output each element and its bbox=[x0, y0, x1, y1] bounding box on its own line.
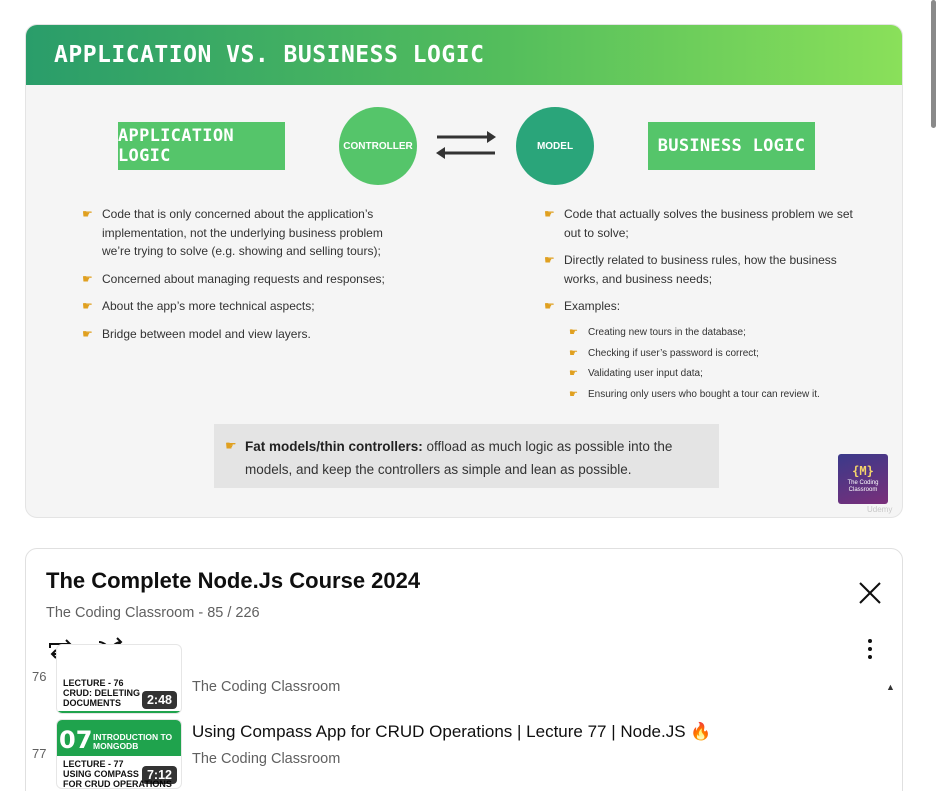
item-channel[interactable]: The Coding Classroom bbox=[192, 679, 340, 695]
slide-header: APPLICATION VS. BUSINESS LOGIC bbox=[26, 25, 902, 85]
playlist-item[interactable]: 77 07 INTRODUCTION TO MONGODB LECTURE - … bbox=[26, 719, 886, 791]
thumb-text-3: DOCUMENTS bbox=[63, 698, 121, 708]
page: APPLICATION VS. BUSINESS LOGIC APPLICATI… bbox=[0, 0, 937, 791]
logo-name-1: The Coding bbox=[847, 480, 879, 486]
business-logic-box: BUSINESS LOGIC bbox=[648, 122, 815, 170]
video-player[interactable]: APPLICATION VS. BUSINESS LOGIC APPLICATI… bbox=[25, 24, 903, 518]
duration-badge: 2:48 bbox=[141, 691, 177, 709]
thumb-text-2: CRUD: DELETING bbox=[63, 688, 140, 698]
pointing-hand-icon: ☛ bbox=[544, 207, 555, 221]
thumb-band bbox=[57, 711, 181, 713]
channel-logo: {M} The Coding Classroom bbox=[838, 454, 888, 504]
slide-title: APPLICATION VS. BUSINESS LOGIC bbox=[54, 42, 485, 68]
pointing-hand-icon: ☛ bbox=[544, 253, 555, 267]
pointing-hand-icon: ☛ bbox=[569, 368, 578, 379]
playlist-position: 85 / 226 bbox=[207, 605, 260, 621]
list-item: ☛ Creating new tours in the database; bbox=[569, 327, 746, 338]
item-channel[interactable]: The Coding Classroom bbox=[192, 751, 340, 767]
list-item: ☛ Checking if user’s password is correct; bbox=[569, 347, 759, 359]
playlist-panel: The Complete Node.Js Course 2024 The Cod… bbox=[25, 548, 903, 791]
item-title[interactable]: Using Compass App for CRUD Operations | … bbox=[192, 722, 711, 742]
list-item: ☛ Examples: bbox=[544, 297, 864, 316]
udemy-watermark: Udemy bbox=[867, 505, 893, 514]
pointing-hand-icon: ☛ bbox=[82, 299, 93, 313]
video-thumbnail[interactable]: LECTURE - 76 CRUD: DELETING DOCUMENTS 2:… bbox=[56, 644, 182, 714]
application-logic-box: APPLICATION LOGIC bbox=[118, 122, 285, 170]
controller-circle: CONTROLLER bbox=[339, 107, 417, 185]
item-index: 77 bbox=[32, 746, 47, 761]
list-item: ☛ Concerned about managing requests and r… bbox=[82, 270, 392, 289]
logo-mark: {M} bbox=[852, 464, 874, 478]
examples-list: ☛ Creating new tours in the database; ☛ Ch… bbox=[569, 326, 869, 408]
business-logic-list: ☛ Code that actually solves the business … bbox=[544, 205, 864, 325]
note-bold: Fat models/thin controllers: bbox=[245, 439, 423, 454]
duration-badge: 7:12 bbox=[141, 766, 177, 784]
fat-models-note: ☛ Fat models/thin controllers: offload a… bbox=[214, 424, 719, 488]
item-index: 76 bbox=[32, 669, 47, 684]
video-thumbnail[interactable]: 07 INTRODUCTION TO MONGODB LECTURE - 77 … bbox=[56, 719, 182, 789]
list-item: ☛ Bridge between model and view layers. bbox=[82, 325, 392, 344]
pointing-hand-icon: ☛ bbox=[225, 438, 237, 453]
playlist-scroll-up-icon[interactable]: ▲ bbox=[886, 682, 895, 692]
pointing-hand-icon: ☛ bbox=[569, 327, 578, 338]
model-circle: MODEL bbox=[516, 107, 594, 185]
thumb-text-2: USING COMPASS bbox=[63, 769, 139, 779]
page-scrollbar-thumb[interactable] bbox=[931, 0, 936, 128]
playlist-subtitle: The Coding Classroom - 85 / 226 bbox=[46, 605, 260, 621]
thumb-text-1: LECTURE - 77 bbox=[63, 759, 124, 769]
thumb-text-1: LECTURE - 76 bbox=[63, 678, 124, 688]
playlist-title[interactable]: The Complete Node.Js Course 2024 bbox=[46, 568, 420, 594]
playlist-channel[interactable]: The Coding Classroom bbox=[46, 605, 194, 621]
list-item: ☛ Code that actually solves the business … bbox=[544, 207, 853, 240]
playlist-item[interactable]: 76 LECTURE - 76 CRUD: DELETING DOCUMENTS… bbox=[26, 644, 886, 716]
list-item: ☛ Directly related to business rules, how… bbox=[544, 253, 837, 286]
pointing-hand-icon: ☛ bbox=[569, 347, 578, 359]
page-scrollbar[interactable] bbox=[929, 0, 937, 791]
logo-name-2: Classroom bbox=[848, 487, 878, 493]
bidirectional-arrows-icon bbox=[436, 131, 496, 159]
close-icon[interactable] bbox=[856, 579, 884, 607]
pointing-hand-icon: ☛ bbox=[569, 388, 578, 400]
list-item: ☛ Code that is only concerned about the a… bbox=[82, 207, 383, 258]
list-item: ☛ Ensuring only users who bought a tour c… bbox=[569, 388, 820, 400]
list-item: ☛ Validating user input data; bbox=[569, 368, 703, 379]
pointing-hand-icon: ☛ bbox=[82, 207, 93, 221]
separator: - bbox=[198, 605, 208, 621]
pointing-hand-icon: ☛ bbox=[544, 299, 555, 313]
pointing-hand-icon: ☛ bbox=[82, 271, 93, 286]
pointing-hand-icon: ☛ bbox=[82, 326, 93, 341]
list-item: ☛ About the app’s more technical aspects; bbox=[82, 297, 392, 316]
thumb-big-label-2: MONGODB bbox=[93, 741, 139, 751]
application-logic-list: ☛ Code that is only concerned about the a… bbox=[82, 205, 392, 352]
thumb-big-number: 07 bbox=[59, 726, 93, 754]
